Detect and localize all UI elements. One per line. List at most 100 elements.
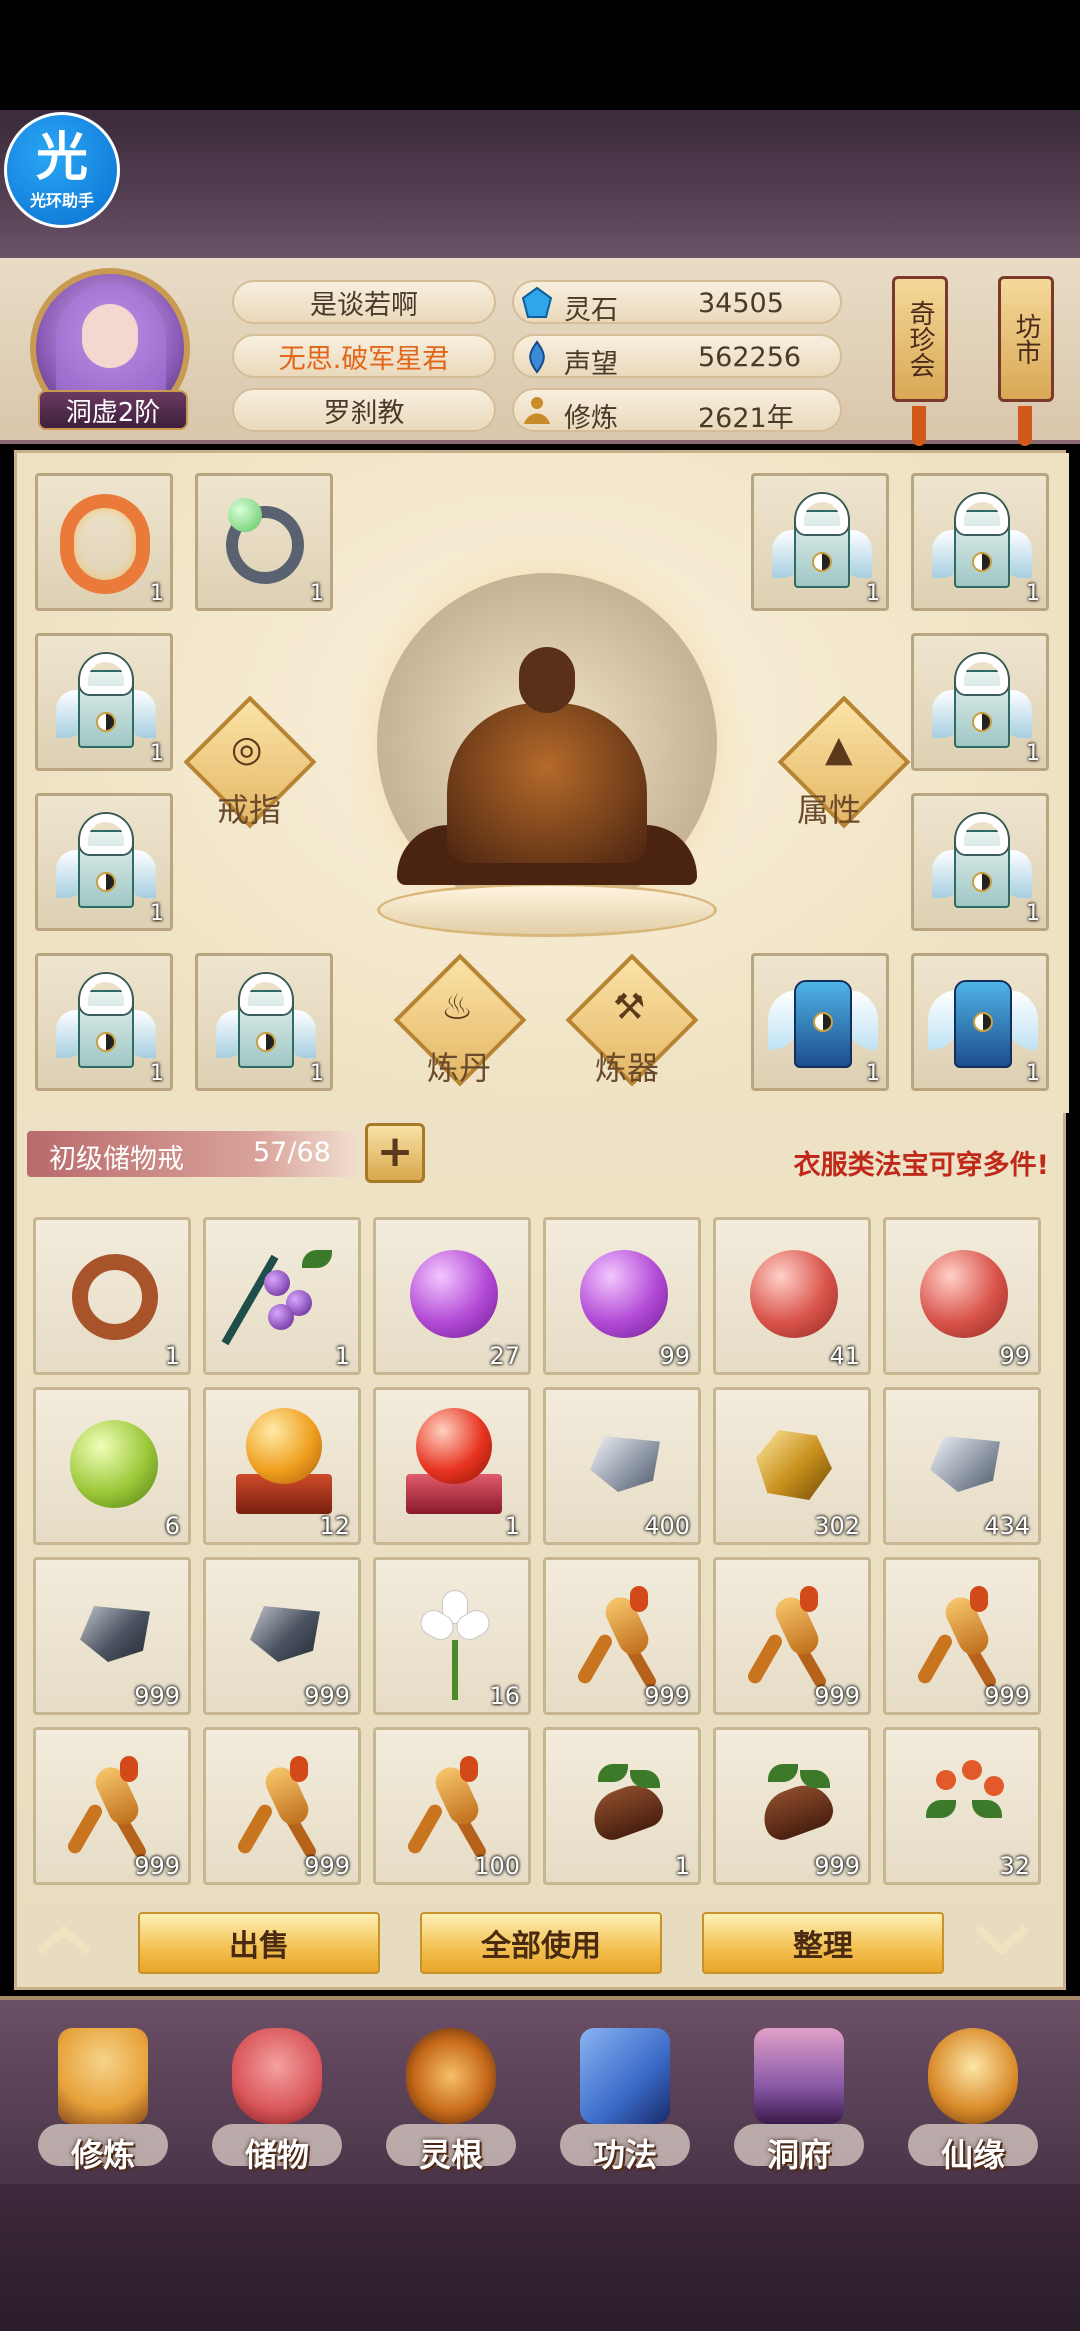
item-count: 99 — [659, 1342, 690, 1370]
equip-slot-armor[interactable]: 1 — [911, 953, 1049, 1091]
player-title[interactable]: 无思.破军星君 — [232, 334, 496, 378]
inventory-item-ring[interactable]: 1 — [33, 1217, 191, 1375]
equip-slot-armor[interactable]: 1 — [751, 953, 889, 1091]
inventory-item-dark-ore[interactable]: 999 — [203, 1557, 361, 1715]
ginseng-icon — [405, 1756, 496, 1860]
stat-value: 562256 — [698, 342, 802, 373]
inventory-item-ginseng[interactable]: 100 — [373, 1727, 531, 1885]
alchemy-function-label: 炼丹 — [427, 1049, 492, 1087]
nav-label: 灵根 — [418, 2136, 483, 2174]
inventory-item-silver-ore[interactable]: 400 — [543, 1387, 701, 1545]
pouch-icon — [232, 2028, 322, 2124]
ginseng-icon — [235, 1756, 326, 1860]
sell-button[interactable]: 出售 — [138, 1912, 380, 1974]
item-count: 41 — [829, 1342, 860, 1370]
market-button[interactable]: 坊市 — [998, 276, 1054, 402]
dragon-icon — [60, 494, 150, 594]
item-count: 999 — [644, 1682, 690, 1710]
item-count: 999 — [134, 1852, 180, 1880]
sort-button[interactable]: 整理 — [702, 1912, 944, 1974]
nav-immortal-fate[interactable]: 仙缘 — [898, 2020, 1048, 2180]
nav-spirit-root[interactable]: 灵根 — [376, 2020, 526, 2180]
inventory-item-ginseng[interactable]: 999 — [203, 1727, 361, 1885]
equip-slot-robe[interactable]: 1 — [911, 793, 1049, 931]
equip-slot-robe[interactable]: 1 — [751, 473, 889, 611]
inventory-item-ginseng[interactable]: 999 — [33, 1727, 191, 1885]
nav-label: 修炼 — [70, 2136, 135, 2174]
equipment-area: 1 1 1 1 1 1 1 1 1 1 1 1 ◎ 戒指 ▲ 属性 ♨ 炼丹 ⚒… — [17, 453, 1069, 1113]
berry-icon — [268, 1304, 294, 1330]
use-all-button[interactable]: 全部使用 — [420, 1912, 662, 1974]
inventory-item-gold-ore[interactable]: 302 — [713, 1387, 871, 1545]
leaf-icon — [302, 1250, 332, 1268]
silver-ore-icon — [930, 1436, 1000, 1492]
inventory-item-green-orb[interactable]: 6 — [33, 1387, 191, 1545]
stat-cultivation: 修炼 2621年 — [512, 388, 842, 434]
item-count: 1 — [150, 741, 164, 766]
pedestal — [377, 883, 717, 937]
treasure-auction-button[interactable]: 奇珍会 — [892, 276, 948, 402]
item-count: 999 — [984, 1682, 1030, 1710]
spirit-root-icon — [406, 2028, 496, 2124]
inventory-item-ginseng[interactable]: 999 — [883, 1557, 1041, 1715]
inventory-item-purple-orb[interactable]: 99 — [543, 1217, 701, 1375]
inventory-item-tuber[interactable]: 1 — [543, 1727, 701, 1885]
equip-slot-robe[interactable]: 1 — [35, 633, 173, 771]
helper-glyph: 光 — [35, 128, 88, 188]
inventory-item-red-orb[interactable]: 99 — [883, 1217, 1041, 1375]
purple-orb-icon — [410, 1250, 498, 1338]
nav-techniques[interactable]: 功法 — [550, 2020, 700, 2180]
equip-slot-robe[interactable]: 1 — [35, 793, 173, 931]
equip-slot-robe[interactable]: 1 — [35, 953, 173, 1091]
helper-floating-button[interactable]: 光 光环助手 — [4, 112, 120, 228]
equip-slot-dragon[interactable]: 1 — [35, 473, 173, 611]
item-count: 12 — [319, 1512, 350, 1540]
item-count: 1 — [334, 1342, 350, 1370]
armor-icon — [768, 970, 878, 1080]
item-count: 1 — [150, 581, 164, 606]
equip-slot-robe[interactable]: 1 — [195, 953, 333, 1091]
scroll-down-icon[interactable] — [972, 1920, 1032, 1960]
ginseng-icon — [915, 1586, 1006, 1690]
player-sect[interactable]: 罗刹教 — [232, 388, 496, 432]
nav-storage[interactable]: 储物 — [202, 2020, 352, 2180]
cauldron-icon: ♨ — [441, 987, 474, 1028]
expand-bag-button[interactable]: + — [365, 1123, 425, 1183]
bag-capacity-bar: 初级储物戒 57/68 — [27, 1131, 357, 1177]
equip-slot-robe[interactable]: 1 — [911, 473, 1049, 611]
inventory-item-white-flower[interactable]: 16 — [373, 1557, 531, 1715]
inventory-item-dark-ore[interactable]: 999 — [33, 1557, 191, 1715]
player-name: 是谈若啊 — [232, 280, 496, 324]
equip-slot-robe[interactable]: 1 — [911, 633, 1049, 771]
monk-icon — [58, 2028, 148, 2124]
ring-function-label: 戒指 — [217, 791, 282, 829]
inventory-item-orange-orb-stand[interactable]: 12 — [203, 1387, 361, 1545]
inventory-item-silver-ore[interactable]: 434 — [883, 1387, 1041, 1545]
inventory-item-red-orb[interactable]: 41 — [713, 1217, 871, 1375]
item-count: 999 — [814, 1852, 860, 1880]
inventory-item-berry[interactable]: 1 — [203, 1217, 361, 1375]
tassel-decoration — [1018, 406, 1032, 446]
avatar-face — [82, 304, 138, 368]
red-orb-icon — [416, 1408, 492, 1484]
meditating-figure-head — [519, 647, 575, 713]
meditating-figure — [447, 703, 647, 863]
inventory-item-ginseng[interactable]: 999 — [713, 1557, 871, 1715]
nav-cave-abode[interactable]: 洞府 — [724, 2020, 874, 2180]
inventory-item-red-orb-stand[interactable]: 1 — [373, 1387, 531, 1545]
inventory-item-purple-orb[interactable]: 27 — [373, 1217, 531, 1375]
scroll-up-icon[interactable] — [34, 1920, 94, 1960]
inventory-item-tuber[interactable]: 999 — [713, 1727, 871, 1885]
equip-slot-ring[interactable]: 1 — [195, 473, 333, 611]
leaf-icon — [972, 1800, 1002, 1818]
bottom-navigation: 修炼 储物 灵根 功法 洞府 仙缘 — [0, 1996, 1080, 2184]
item-count: 434 — [984, 1512, 1030, 1540]
leaf-icon — [926, 1800, 956, 1818]
nav-cultivate[interactable]: 修炼 — [28, 2020, 178, 2180]
robe-icon — [216, 970, 316, 1080]
ginseng-icon — [575, 1586, 666, 1690]
gourd-icon — [928, 2028, 1018, 2124]
item-count: 1 — [674, 1852, 690, 1880]
inventory-item-herb-buds[interactable]: 32 — [883, 1727, 1041, 1885]
inventory-item-ginseng[interactable]: 999 — [543, 1557, 701, 1715]
